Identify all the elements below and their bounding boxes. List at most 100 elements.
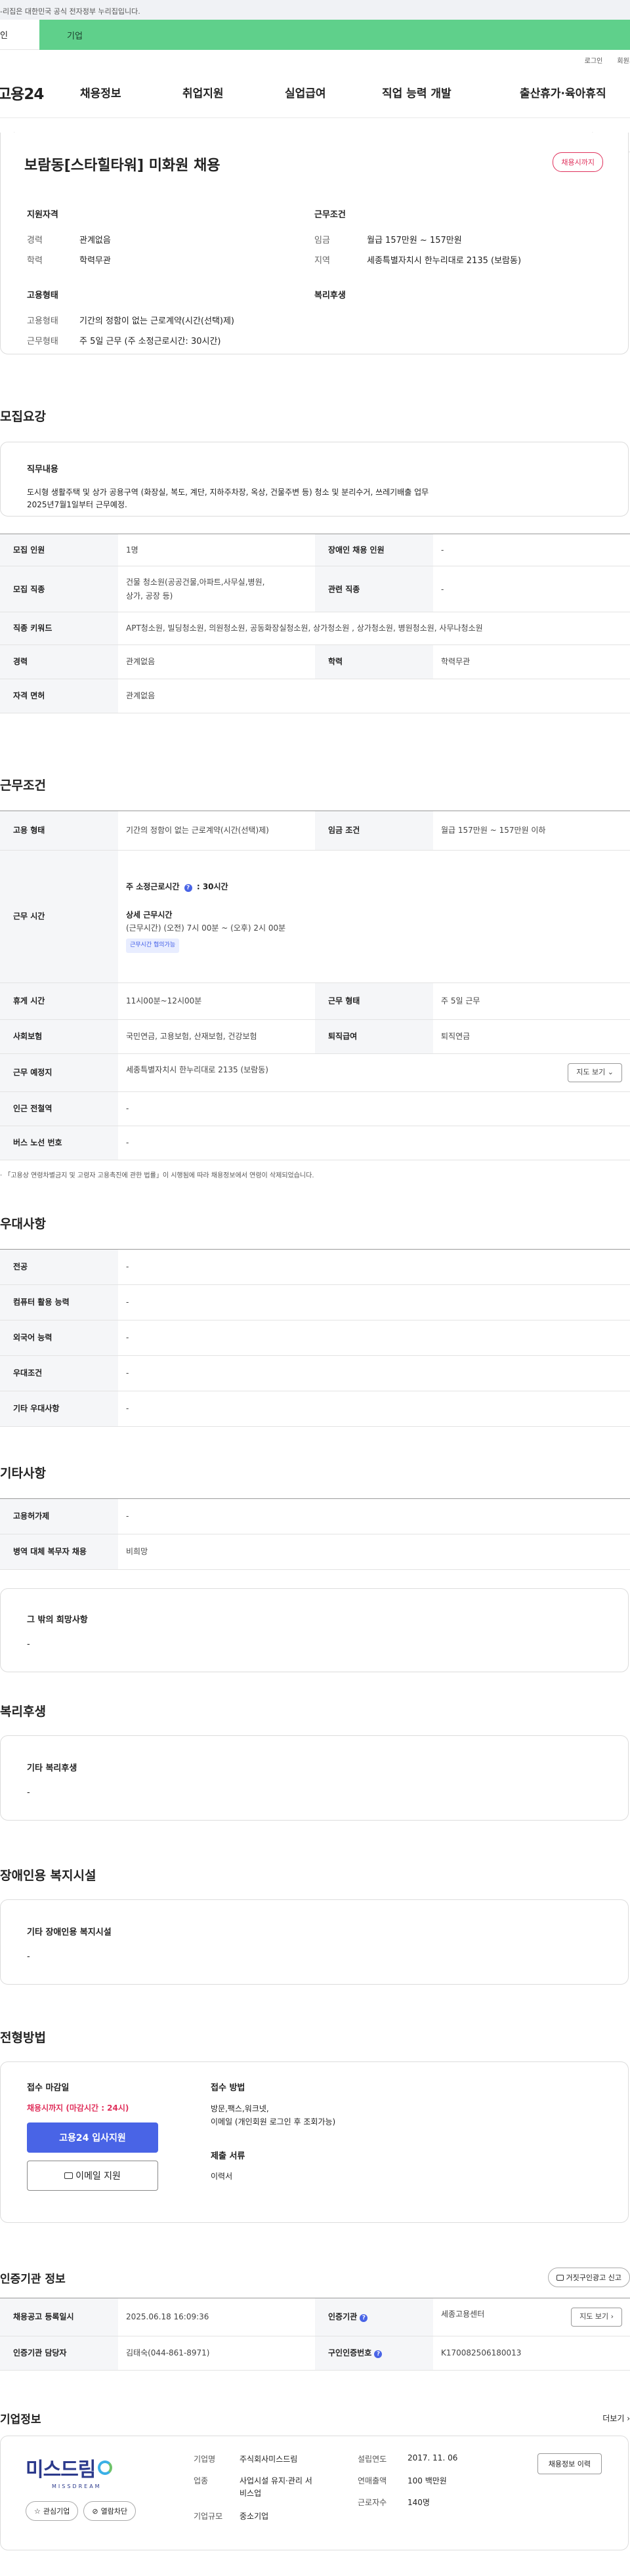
etc-section: 기타사항 고용허가제 - 병역 대체 복무자 채용 비희망 그 밖의 희망사항 - <box>0 1464 630 1672</box>
agency-title: 인증기관 정보 <box>0 2272 66 2286</box>
tab-individual[interactable]: 인 <box>0 20 39 50</box>
company-industry-row: 업종 사업시설 유지·관리 서비스업 <box>194 2475 358 2500</box>
process-section: 전형방법 접수 마감일 채용시까지 (마감시간 : 24시) 고용24 입사지원… <box>0 2028 630 2223</box>
cell-header: 인증기관 담당자 <box>0 2336 118 2371</box>
company-title: 기업정보 <box>0 2413 41 2426</box>
cell-header: 임금 조건 <box>315 811 433 851</box>
agency-map-button[interactable]: 지도 보기 › <box>571 2308 622 2327</box>
company-card: 미스드림 MISSDREAM ☆ 관심기업 ⊘ 열람차단 기업명 주식회사미스드림 업… <box>0 2436 629 2550</box>
cell-header: 경력 <box>0 644 118 680</box>
etc-wish-heading: 그 밖의 희망사항 <box>27 1615 88 1625</box>
alert-icon <box>556 2274 564 2281</box>
welfare-heading: 복리후생 <box>314 291 346 301</box>
gnb-item-jobs[interactable]: 채용정보 <box>80 84 182 100</box>
qualification-education: 학력 학력무관 <box>27 253 314 266</box>
gnb-item-unemployment[interactable]: 실업급여 <box>285 84 382 100</box>
gnb-item-employment-support[interactable]: 취업지원 <box>182 84 285 100</box>
kv-value: 100 백만원 <box>408 2476 447 2485</box>
favorite-company-button[interactable]: ☆ 관심기업 <box>26 2501 79 2521</box>
disabled-facility-section: 장애인용 복지시설 기타 장애인용 복지시설 - <box>0 1866 630 1985</box>
cell-header: 모집 직종 <box>0 566 118 613</box>
table-row: 모집 직종 건물 청소원(공공건물,아파트,사무실,병원, 상가, 공장 등) 관… <box>0 566 630 613</box>
welfare-value: - <box>27 1788 30 1798</box>
tab-corp[interactable]: 기업 <box>39 20 630 50</box>
block-view-button[interactable]: ⊘ 열람차단 <box>83 2501 136 2521</box>
work-region: 지역 세종특별자치시 한누리대로 2135 (보람동) <box>314 253 602 266</box>
job-summary-card: 보람동[스타힐타워] 미화원 채용 채용시까지 지원자격 경력 관계없음 학력 학력… <box>0 133 629 354</box>
company-more-link[interactable]: 더보기 › <box>602 2413 630 2424</box>
welfare-heading-item: 기타 복리후생 <box>27 1763 77 1773</box>
mail-icon <box>64 2172 74 2179</box>
cell-value: 주 5일 근무 <box>433 982 630 1020</box>
agency-table: 채용공고 등록일시 2025.06.18 16:09:36 인증기관 ? 세종고… <box>0 2298 630 2371</box>
cell-value: 11시00분~12시00분 <box>118 982 315 1020</box>
weekly-hours: 주 소정근로시간 ? : 30시간 <box>126 882 228 893</box>
login-link[interactable]: 로그인 <box>585 55 603 67</box>
cell-value: 관계없음 <box>118 679 630 714</box>
cell-header: 모집 인원 <box>0 534 118 567</box>
duty-text-2: 2025년7월1일부터 근무예정. <box>27 500 127 510</box>
conditions-table: 고용 형태 기간의 정함이 없는 근로계약(시간(선택)제) 임금 조건 월급 … <box>0 811 630 1160</box>
util-links: 로그인 회원가 <box>0 50 630 67</box>
etc-wish-value: - <box>27 1639 30 1649</box>
email-apply-button[interactable]: 이메일 지원 <box>27 2161 158 2191</box>
qualification-career: 경력 관계없음 <box>27 233 314 245</box>
gnb-item-training[interactable]: 직업 능력 개발 <box>382 84 520 100</box>
table-row: 인근 전철역 - <box>0 1091 630 1126</box>
disabled-facility-heading: 기타 장애인용 복지시설 <box>27 1928 112 1937</box>
etc-wish-card: 그 밖의 희망사항 - <box>0 1588 629 1672</box>
kv-key: 경력 <box>27 236 43 245</box>
kv-key: 학력 <box>27 256 43 266</box>
cell-value: - <box>118 1320 630 1356</box>
site-logo[interactable]: 고용24 <box>0 81 80 104</box>
kv-value: 140명 <box>408 2498 430 2507</box>
table-row: 휴게 시간 11시00분~12시00분 근무 형태 주 5일 근무 <box>0 982 630 1020</box>
cell-value: 세종특별자치시 한누리대로 2135 (보람동) 지도 보기 ⌄ <box>118 1053 630 1092</box>
info-icon[interactable]: ? <box>374 2350 383 2358</box>
kv-value: 학력무관 <box>79 256 111 266</box>
cell-header: 퇴직급여 <box>315 1019 433 1054</box>
cell-header: 직종 키워드 <box>0 612 118 646</box>
cell-header: 근무 형태 <box>315 982 433 1020</box>
work-heading: 근무조건 <box>314 210 346 220</box>
summary-grid: 지원자격 경력 관계없음 학력 학력무관 근무조건 임금 월급 157만원 ~ 157… <box>27 207 602 354</box>
kv-value: 사업시설 유지·관리 서비스업 <box>240 2476 312 2499</box>
info-icon[interactable]: ? <box>360 2314 368 2323</box>
work-block: 근무조건 임금 월급 157만원 ~ 157만원 지역 세종특별자치시 한누리대로 … <box>314 207 602 274</box>
cell-header: 구인인증번호 ? <box>315 2336 433 2371</box>
join-link[interactable]: 회원가 <box>617 55 630 67</box>
table-row: 기타 우대사항 - <box>0 1391 630 1427</box>
info-icon[interactable]: ? <box>184 884 192 893</box>
org-header-label: 인증기관 <box>328 2312 358 2322</box>
kv-value: 월급 157만원 ~ 157만원 <box>367 236 462 245</box>
etc-table: 고용허가제 - 병역 대체 복무자 채용 비희망 <box>0 1498 630 1570</box>
chevron-down-icon: ⌄ <box>607 1068 614 1076</box>
map-button[interactable]: 지도 보기 ⌄ <box>568 1063 622 1082</box>
gov-banner: -리집은 대한민국 공식 전자정부 누리집입니다. <box>0 0 630 20</box>
cell-header: 근무 예정지 <box>0 1053 118 1092</box>
cell-value: 퇴직연금 <box>433 1019 630 1054</box>
map-button-label: 지도 보기 <box>576 1068 606 1076</box>
cell-value: K170082506180013 <box>433 2336 630 2371</box>
kv-value: 중소기업 <box>240 2512 269 2522</box>
company-info-2: 설립연도 2017. 11. 06 연매출액 100 백만원 근로자수 140명 <box>358 2453 489 2533</box>
employment-block: 고용형태 고용형태 기간의 정함이 없는 근로계약(시간(선택)제) 근무형태 주 … <box>27 288 314 354</box>
cell-header: 근무 시간 <box>0 850 118 983</box>
table-row: 컴퓨터 활용 능력 - <box>0 1284 630 1320</box>
kv-key: 기업명 <box>194 2455 216 2464</box>
job-history-button[interactable]: 채용정보 이력 <box>537 2453 602 2474</box>
gnb-item-maternity[interactable]: 출산휴가·육아휴직 <box>520 84 606 100</box>
duty-heading: 직무내용 <box>27 465 58 475</box>
employment-heading: 고용형태 <box>27 291 58 301</box>
cell-value: - <box>118 1284 630 1320</box>
report-ad-button[interactable]: 거짓구인광고 신고 <box>547 2268 630 2287</box>
cell-header: 전공 <box>0 1249 118 1285</box>
cell-header: 인근 전철역 <box>0 1091 118 1126</box>
process-card: 접수 마감일 채용시까지 (마감시간 : 24시) 고용24 입사지원 이메일 … <box>0 2061 629 2223</box>
kv-value: 2017. 11. 06 <box>408 2453 458 2462</box>
kv-key: 고용형태 <box>27 316 58 326</box>
report-ad-label: 거짓구인광고 신고 <box>566 2273 621 2282</box>
company-name-row: 기업명 주식회사미스드림 <box>194 2453 358 2464</box>
cell-header: 자격 면허 <box>0 679 118 714</box>
apply-button[interactable]: 고용24 입사지원 <box>27 2122 158 2153</box>
